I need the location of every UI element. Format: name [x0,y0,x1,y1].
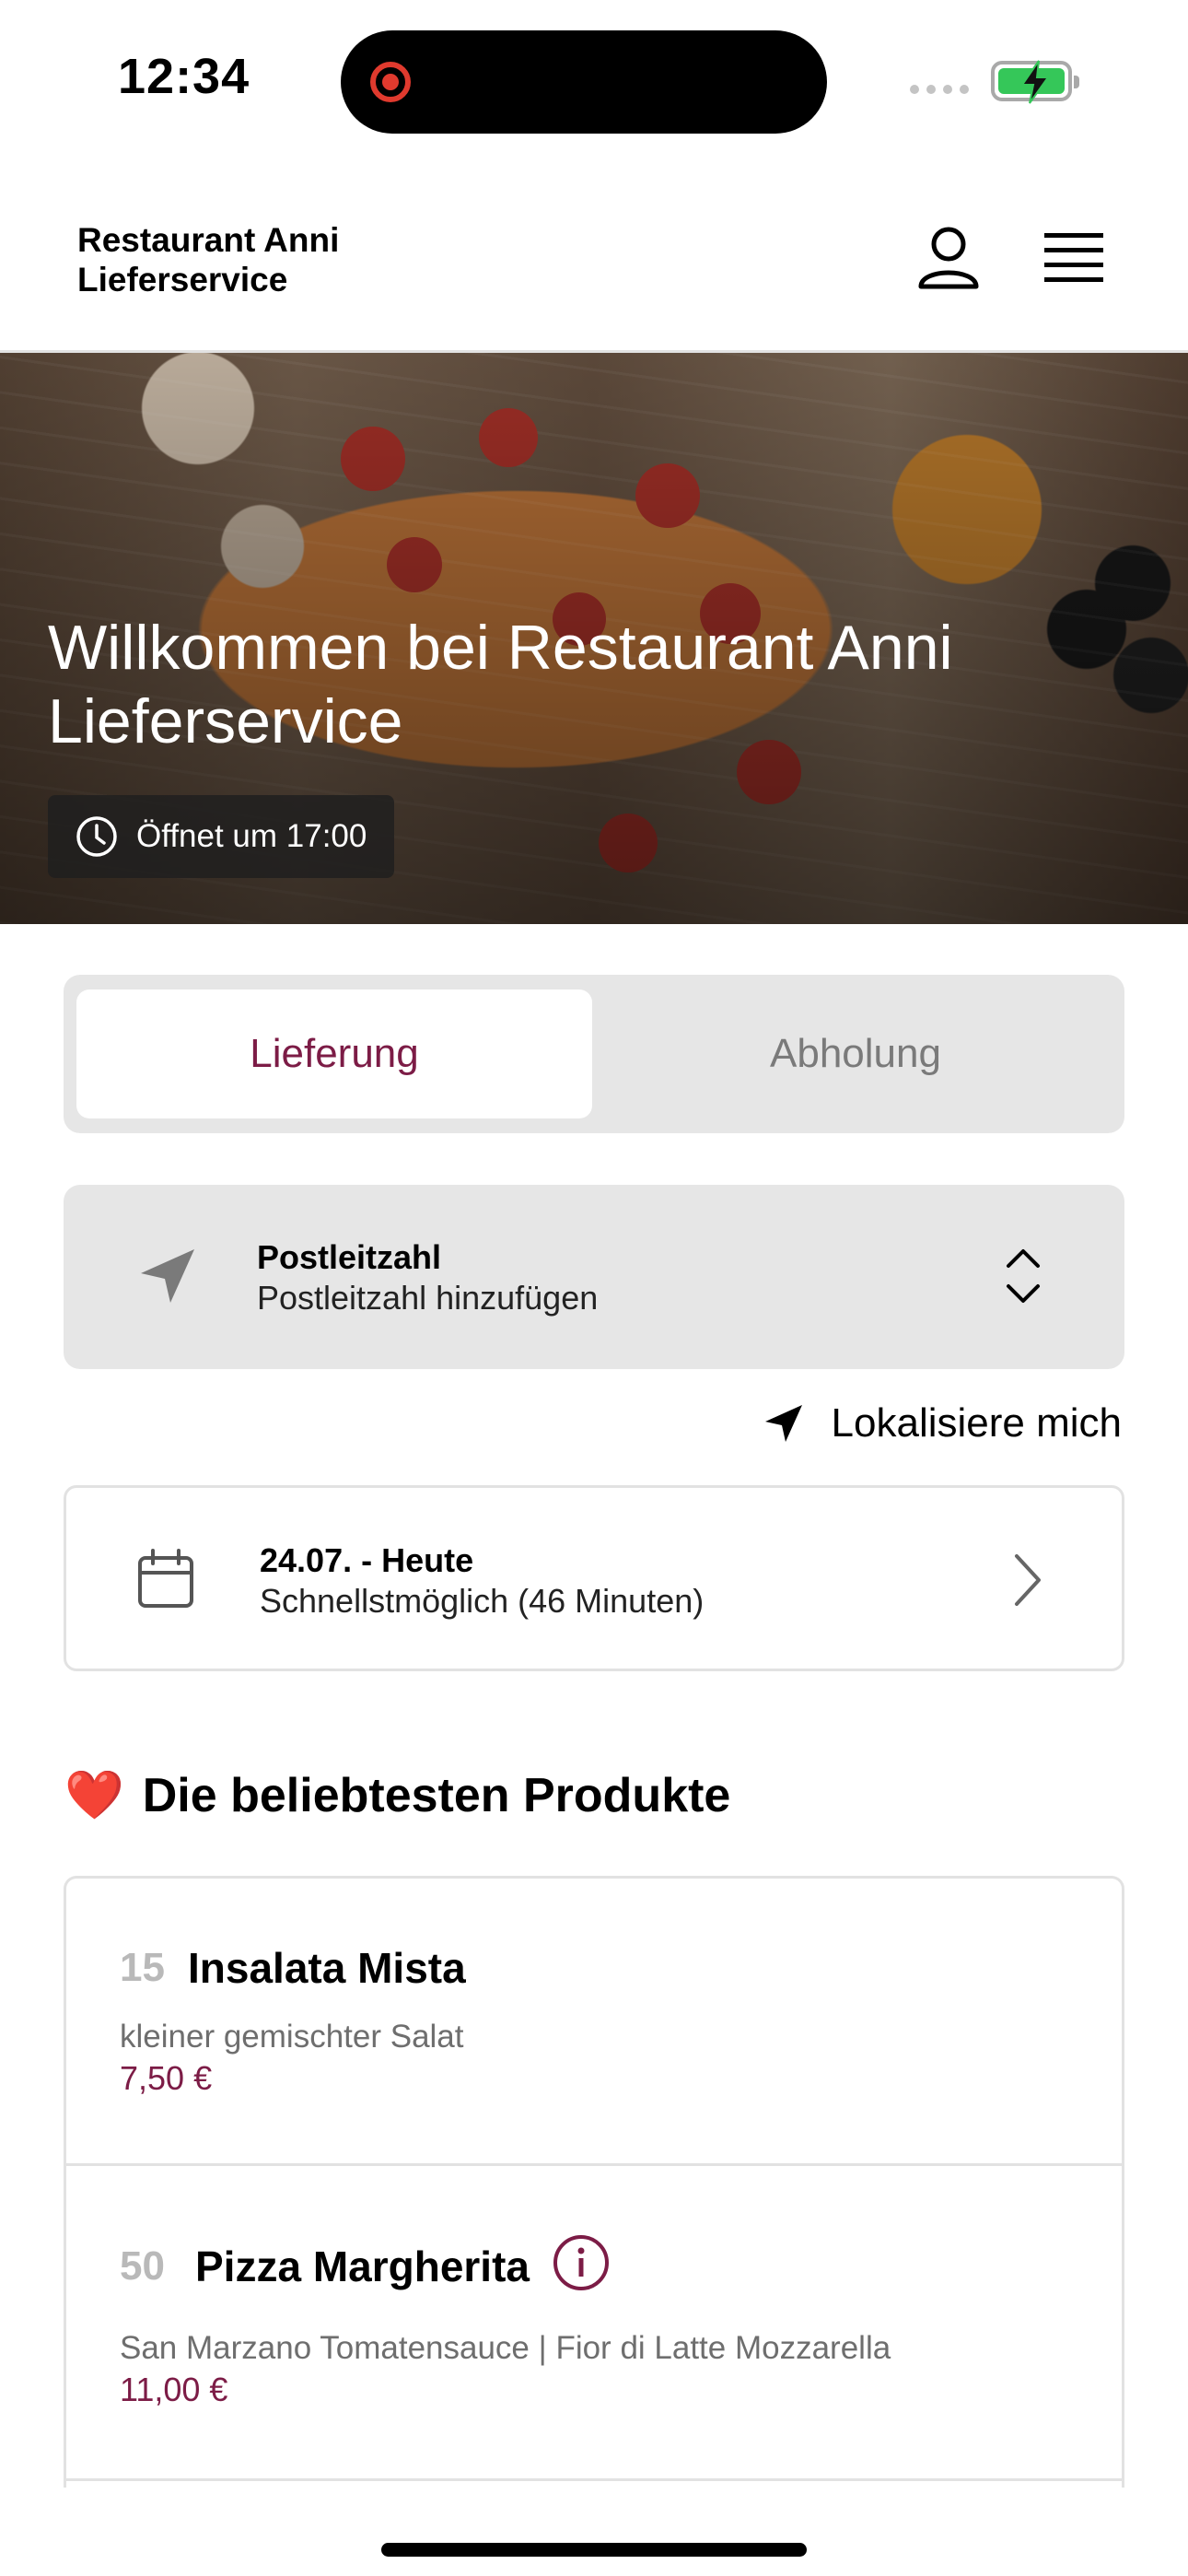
popular-products-list: 15 Insalata Mista kleiner gemischter Sal… [64,1876,1124,2488]
tab-lieferung[interactable]: Lieferung [76,989,592,1118]
delivery-date: 24.07. - Heute [260,1541,474,1579]
product-number: 50 [120,2243,165,2289]
tab-abholung[interactable]: Abholung [598,989,1113,1118]
chevron-right-icon [1015,1554,1041,1606]
product-number: 15 [120,1945,165,1990]
hero-title: Willkommen bei Restaurant Anni Lieferser… [48,613,953,756]
user-icon[interactable] [917,226,980,292]
product-name: Pizza Margherita [195,2242,530,2290]
postal-code-label: Postleitzahl [257,1238,442,1276]
status-bar: 12:34 [0,0,1188,161]
product-item[interactable]: 15 Insalata Mista kleiner gemischter Sal… [66,1879,1122,2166]
delivery-time-selector[interactable]: 24.07. - Heute Schnellstmöglich (46 Minu… [64,1485,1124,1671]
clock-icon [76,816,117,857]
hamburger-menu-icon[interactable] [1044,231,1103,285]
locate-me-button[interactable]: Lokalisiere mich [763,1400,1122,1446]
product-description: kleiner gemischter Salat [120,2019,464,2055]
info-icon[interactable] [553,2234,610,2291]
app-header: Restaurant Anni Lieferservice [0,161,1188,353]
product-price: 7,50 € [120,2059,213,2097]
location-arrow-icon [764,1405,802,1442]
section-title-text: Die beliebtesten Produkte [142,1768,731,1822]
location-arrow-icon [141,1249,194,1303]
postal-code-selector[interactable]: Postleitzahl Postleitzahl hinzufügen [64,1185,1124,1369]
product-description: San Marzano Tomatensauce | Fior di Latte… [120,2330,891,2366]
brand-name[interactable]: Restaurant Anni Lieferservice [77,220,446,299]
opening-status-badge: Öffnet um 17:00 [48,795,395,878]
signal-icon [910,85,969,94]
calendar-icon [138,1549,193,1608]
chevron-up-down-icon [1007,1249,1040,1303]
order-mode-toggle: Lieferung Abholung [64,975,1124,1133]
product-item[interactable]: 50 Pizza Margherita San Marzano Tomatens… [66,2166,1122,2481]
product-name: Insalata Mista [188,1944,466,1992]
battery-icon [991,60,1079,104]
recording-indicator-icon [370,62,411,102]
product-price: 11,00 € [120,2371,228,2408]
postal-code-value: Postleitzahl hinzufügen [257,1279,599,1317]
dynamic-island [341,30,827,134]
delivery-time: Schnellstmöglich (46 Minuten) [260,1582,705,1620]
section-title-popular: ❤️ Die beliebtesten Produkte [64,1767,730,1823]
home-indicator[interactable] [381,2543,807,2557]
heart-icon: ❤️ [64,1769,124,1822]
status-time: 12:34 [118,49,250,104]
locate-me-label: Lokalisiere mich [831,1400,1122,1446]
hero-banner: Willkommen bei Restaurant Anni Lieferser… [0,353,1188,924]
opening-status-text: Öffnet um 17:00 [136,818,367,854]
